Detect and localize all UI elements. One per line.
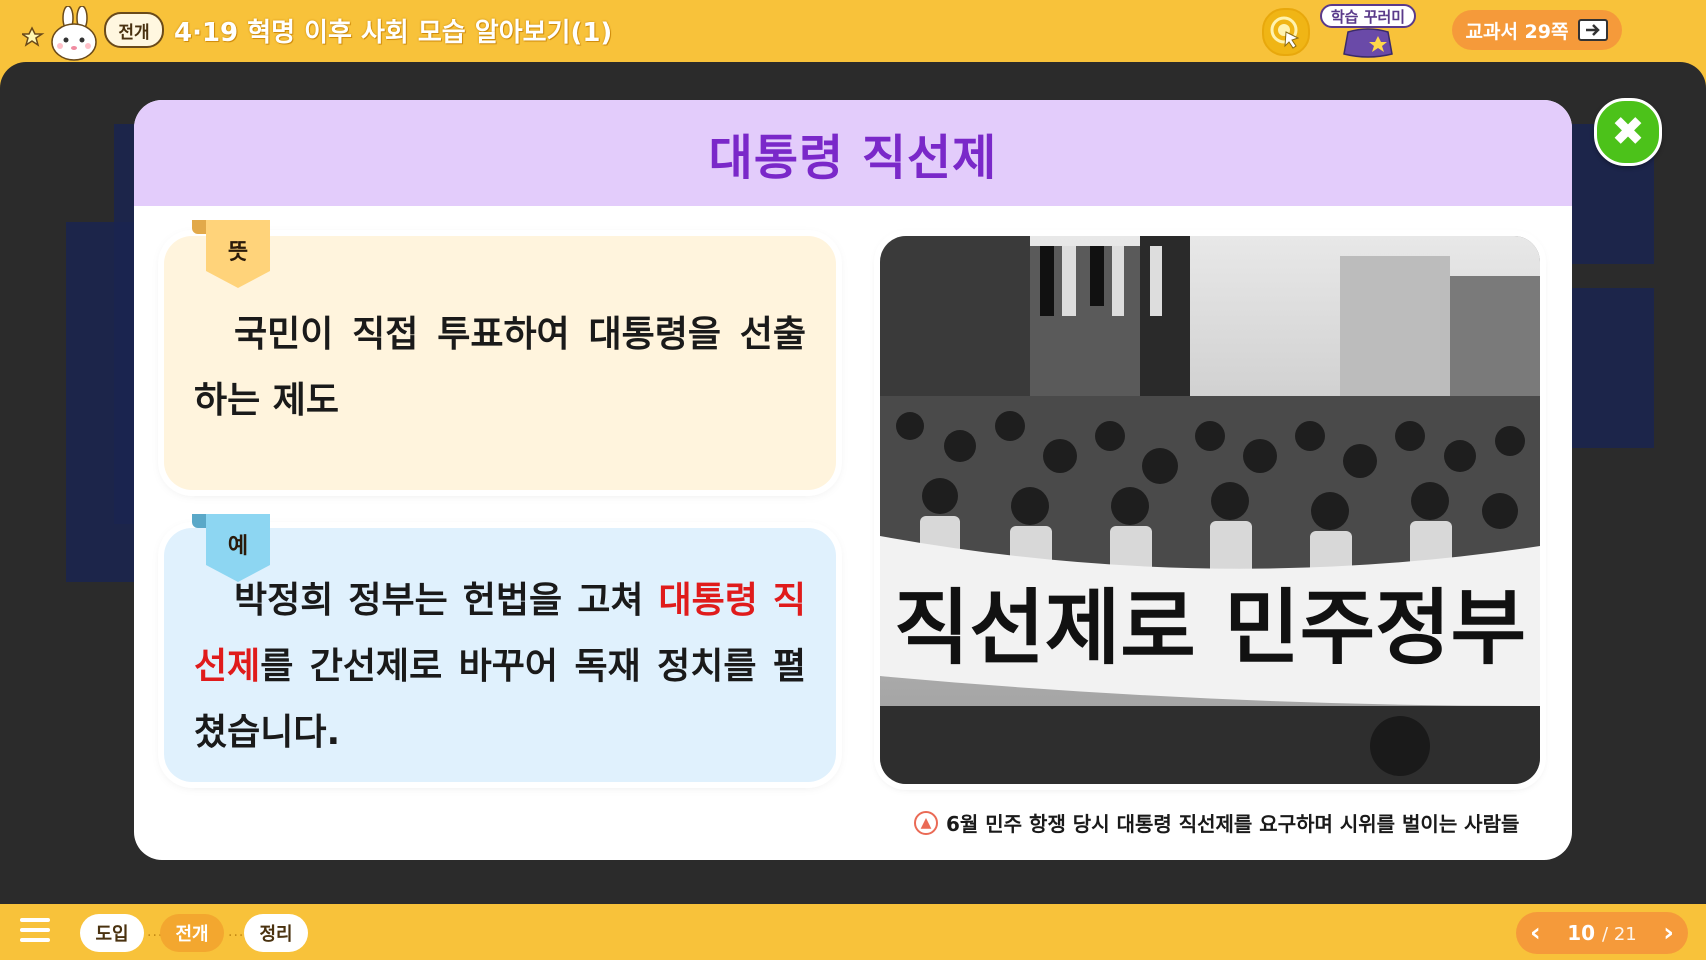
chevron-left-icon[interactable]: ‹: [1530, 918, 1541, 948]
pointer-icon: [1270, 16, 1300, 49]
modal-header: 대통령 직선제: [134, 100, 1572, 206]
step-intro[interactable]: 도입: [80, 914, 144, 952]
page-navigator: ‹ 10 / 21 ›: [1516, 912, 1688, 954]
example-text: 박정희 정부는 헌법을 고쳐 대통령 직선제를 간선제로 바꾸어 독재 정치를 …: [194, 568, 806, 766]
caption-text: 6월 민주 항쟁 당시 대통령 직선제를 요구하며 시위를 벌이는 사람들: [946, 812, 1520, 836]
background-slide-hint: [66, 222, 136, 582]
close-button[interactable]: ✖: [1594, 98, 1662, 166]
book-icon: [1578, 19, 1609, 41]
menu-icon[interactable]: [20, 918, 50, 942]
page-title: 4·19 혁명 이후 사회 모습 알아보기(1): [174, 18, 613, 48]
page-indicator: 10 / 21: [1567, 921, 1637, 945]
pointer-button[interactable]: [1262, 8, 1310, 56]
protest-photo-image: 직선제로 민주정부: [880, 236, 1540, 784]
protest-photo: 직선제로 민주정부: [880, 236, 1540, 784]
chevron-right-icon[interactable]: ›: [1663, 918, 1674, 948]
photo-caption: ▲ 6월 민주 항쟁 당시 대통령 직선제를 요구하며 시위를 벌이는 사람들: [914, 808, 1519, 837]
banner-text: 직선제로 민주정부: [894, 581, 1526, 676]
modal-title: 대통령 직선제: [708, 130, 998, 186]
textbook-label: 교과서 29쪽: [1465, 20, 1569, 43]
current-page: 10: [1567, 921, 1596, 945]
caption-arrow-icon: ▲: [914, 810, 938, 835]
meaning-card: 국민이 직접 투표하여 대통령을 선출하는 제도: [164, 236, 836, 490]
total-pages: / 21: [1602, 924, 1637, 945]
concept-modal: 대통령 직선제 국민이 직접 투표하여 대통령을 선출하는 제도 뜻 박정희 정…: [134, 100, 1572, 860]
example-text-before: 박정희 정부는 헌법을 고쳐: [234, 580, 659, 621]
rabbit-mascot-icon: [22, 6, 97, 61]
study-kit-label: 학습 꾸러미: [1320, 4, 1416, 28]
step-summary[interactable]: 정리: [244, 914, 308, 952]
textbook-button[interactable]: 교과서 29쪽: [1452, 10, 1622, 50]
background-slide-hint: [1570, 288, 1654, 448]
stage-badge: 전개: [104, 12, 164, 48]
example-text-after: 를 간선제로 바꾸어 독재 정치를 펼쳤습니다.: [194, 646, 806, 753]
study-kit-button[interactable]: 학습 꾸러미: [1320, 4, 1416, 60]
tag-fold: [192, 220, 206, 234]
bag-icon: [1343, 28, 1393, 58]
step-development[interactable]: 전개: [160, 914, 224, 952]
close-icon: ✖: [1611, 109, 1645, 155]
meaning-text: 국민이 직접 투표하여 대통령을 선출하는 제도: [194, 314, 806, 421]
tag-fold: [192, 514, 206, 528]
